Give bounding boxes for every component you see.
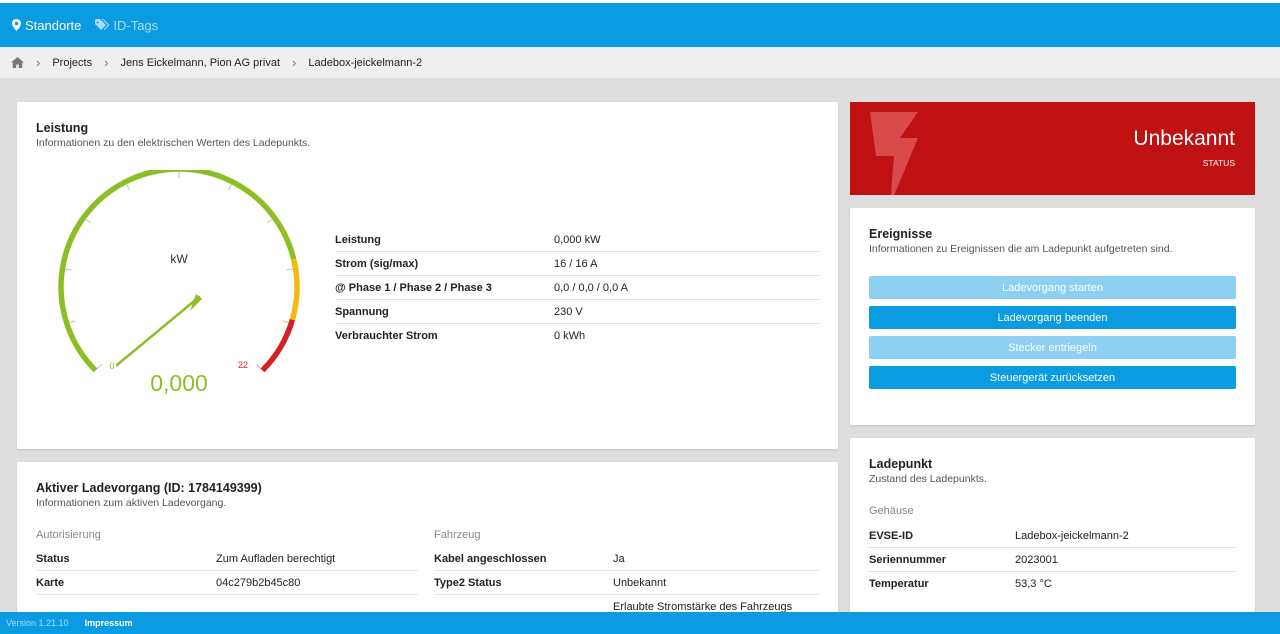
map-marker-icon <box>12 19 21 31</box>
leistung-card: Leistung Informationen zu den elektrisch… <box>17 102 838 449</box>
unlock-connector-button[interactable]: Stecker entriegeln <box>869 336 1236 359</box>
ereignisse-title: Ereignisse <box>869 227 933 241</box>
ladepunkt-row-key: Seriennummer <box>869 553 947 566</box>
nav-idtags-label: ID-Tags <box>113 17 159 33</box>
gauge-min-label: 0 <box>109 361 114 371</box>
fahrzeug-row-value: Ja <box>613 552 625 565</box>
tags-icon <box>95 19 110 30</box>
gauge-tick <box>282 320 289 324</box>
gauge-tick <box>255 363 261 369</box>
fahrzeug-row-key: Type2 Status <box>434 576 502 589</box>
breadcrumb-separator-icon: › <box>292 55 297 70</box>
leistung-table: Leistung 0,000 kW Strom (sig/max) 16 / 1… <box>335 228 819 348</box>
leistung-subtitle: Informationen zu den elektrischen Werten… <box>36 137 311 149</box>
leistung-row: Leistung 0,000 kW <box>335 228 819 252</box>
ladepunkt-row-key: EVSE-ID <box>869 529 914 542</box>
footer: Version 1.21.10 Impressum <box>0 612 1280 634</box>
fahrzeug-row-key: Kabel angeschlossen <box>434 552 547 565</box>
autorisierung-row: Status Zum Aufladen berechtigt <box>36 547 418 571</box>
leistung-title: Leistung <box>36 121 89 135</box>
ladepunkt-row-value: Ladebox-jeickelmann-2 <box>1015 529 1129 542</box>
nav-standorte[interactable]: Standorte <box>12 18 81 33</box>
nav-idtags[interactable]: ID-Tags <box>95 18 158 33</box>
nav-standorte-label: Standorte <box>25 17 82 33</box>
gehaeuse-label: Gehäuse <box>869 505 914 517</box>
breadcrumb: › Projects › Jens Eickelmann, Pion AG pr… <box>0 47 1280 78</box>
leistung-row: Strom (sig/max) 16 / 16 A <box>335 252 819 276</box>
gauge-arc-segment <box>289 258 300 321</box>
version-label: Version 1.21.10 <box>6 618 69 628</box>
gauge-tick <box>69 320 76 324</box>
gauge-arc-segment <box>260 318 296 373</box>
ladepunkt-subtitle: Zustand des Ladepunkts. <box>869 473 987 485</box>
fahrzeug-row: Kabel angeschlossen Ja <box>434 547 819 571</box>
ereignisse-subtitle: Informationen zu Ereignissen die am Lade… <box>869 243 1173 255</box>
lightning-icon <box>870 112 918 195</box>
autorisierung-row-value: Zum Aufladen berechtigt <box>216 552 336 565</box>
ladepunkt-row-value: 2023001 <box>1015 553 1058 566</box>
leistung-row-key: Verbrauchter Strom <box>335 330 438 342</box>
gauge-unit-label: kW <box>170 252 188 266</box>
reset-controller-button[interactable]: Steuergerät zurücksetzen <box>869 366 1236 389</box>
ladepunkt-card: Ladepunkt Zustand des Ladepunkts. Gehäus… <box>850 438 1255 622</box>
ereignisse-card: Ereignisse Informationen zu Ereignissen … <box>850 208 1255 425</box>
leistung-row-key: Strom (sig/max) <box>335 257 419 270</box>
home-icon[interactable] <box>11 57 24 68</box>
breadcrumb-separator-icon: › <box>36 55 41 70</box>
leistung-row-value: 0 kWh <box>554 330 586 342</box>
gauge-value: 0,000 <box>150 370 208 396</box>
aktiv-title: Aktiver Ladevorgang (ID: 1784149399) <box>36 481 262 495</box>
gauge-tick <box>65 268 72 271</box>
breadcrumb-chargepoint: Ladebox-jeickelmann-2 <box>308 56 423 69</box>
gauge-tick <box>266 219 273 224</box>
leistung-row-value: 0,000 kW <box>554 233 601 246</box>
status-card: Unbekannt STATUS <box>850 102 1255 195</box>
leistung-row-key: @ Phase 1 / Phase 2 / Phase 3 <box>335 281 492 294</box>
leistung-row-value: 0,0 / 0,0 / 0,0 A <box>554 281 628 294</box>
gauge-tick <box>126 184 130 191</box>
stop-charging-button[interactable]: Ladevorgang beenden <box>869 306 1236 329</box>
status-value: Unbekannt <box>1133 127 1235 150</box>
leistung-row: Spannung 230 V <box>335 300 819 324</box>
leistung-row: Verbrauchter Strom 0 kWh <box>335 324 819 348</box>
impressum-link[interactable]: Impressum <box>85 618 133 628</box>
gauge-arc-segment <box>58 170 297 373</box>
ladepunkt-row: EVSE-ID Ladebox-jeickelmann-2 <box>869 524 1236 548</box>
aktiver-ladevorgang-card: Aktiver Ladevorgang (ID: 1784149399) Inf… <box>17 462 838 622</box>
autorisierung-label: Autorisierung <box>36 529 101 541</box>
fahrzeug-label: Fahrzeug <box>434 529 481 541</box>
start-charging-button[interactable]: Ladevorgang starten <box>869 276 1236 299</box>
autorisierung-row-key: Status <box>36 552 70 565</box>
autorisierung-row-value: 04c279b2b45c80 <box>216 576 301 589</box>
breadcrumb-owner[interactable]: Jens Eickelmann, Pion AG privat <box>120 57 280 69</box>
ladepunkt-row-value: 53,3 °C <box>1015 578 1052 590</box>
breadcrumb-projects[interactable]: Projects <box>52 57 92 69</box>
gauge-tick <box>228 184 232 191</box>
gauge-max-label: 22 <box>238 360 248 370</box>
leistung-row-key: Leistung <box>335 233 381 246</box>
power-gauge: kW 0 22 0,000 <box>58 170 300 396</box>
gauge-tick <box>286 268 293 271</box>
leistung-row-value: 16 / 16 A <box>554 257 598 270</box>
autorisierung-row: Karte 04c279b2b45c80 <box>36 571 418 595</box>
ladepunkt-row: Temperatur 53,3 °C <box>869 572 1236 596</box>
ladepunkt-title: Ladepunkt <box>869 457 933 471</box>
ladepunkt-row-key: Temperatur <box>869 578 929 590</box>
gauge-tick <box>85 219 92 224</box>
breadcrumb-separator-icon: › <box>104 55 109 70</box>
gauge-needle <box>115 295 201 367</box>
fahrzeug-row: Type2 Status Unbekannt <box>434 571 819 595</box>
status-label: STATUS <box>1202 158 1235 168</box>
leistung-row: @ Phase 1 / Phase 2 / Phase 3 0,0 / 0,0 … <box>335 276 819 300</box>
top-navbar: Standorte ID-Tags <box>0 0 1280 47</box>
fahrzeug-row-value: Unbekannt <box>613 576 667 589</box>
leistung-row-key: Spannung <box>335 305 389 318</box>
ladepunkt-row: Seriennummer 2023001 <box>869 548 1236 572</box>
leistung-row-value: 230 V <box>554 305 583 318</box>
aktiv-subtitle: Informationen zum aktiven Ladevorgang. <box>36 497 227 509</box>
autorisierung-row-key: Karte <box>36 576 65 589</box>
gauge-tick <box>97 363 103 369</box>
